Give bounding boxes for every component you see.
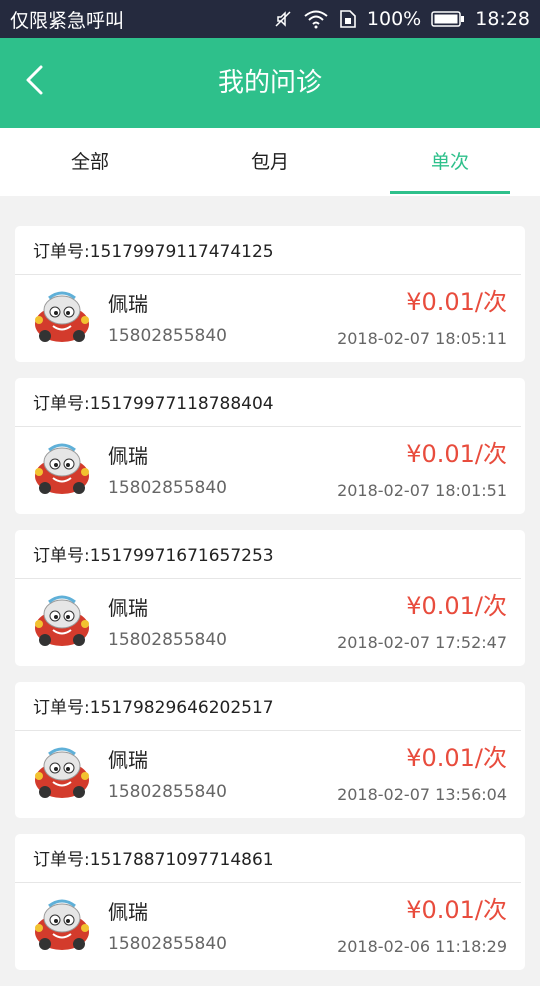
app-header: 我的问诊 (0, 38, 540, 128)
order-time: 2018-02-07 18:05:11 (337, 329, 507, 348)
doctor-avatar (31, 742, 93, 804)
doctor-phone: 15802855840 (108, 934, 227, 954)
price: ¥0.01/次 (406, 896, 507, 924)
doctor-avatar (31, 894, 93, 956)
order-time: 2018-02-07 17:52:47 (337, 633, 507, 652)
price: ¥0.01/次 (406, 744, 507, 772)
back-button[interactable] (14, 62, 54, 102)
battery-icon (431, 10, 465, 28)
doctor-name: 佩瑞 (108, 596, 148, 620)
tab-monthly[interactable]: 包月 (180, 128, 360, 196)
order-card[interactable]: 订单号:15179829646202517 佩瑞 15802855840 ¥0.… (15, 682, 525, 818)
price: ¥0.01/次 (406, 288, 507, 316)
status-icons: 100% 18:28 (273, 8, 530, 30)
doctor-phone: 15802855840 (108, 326, 227, 346)
doctor-name: 佩瑞 (108, 444, 148, 468)
doctor-name: 佩瑞 (108, 900, 148, 924)
doctor-phone: 15802855840 (108, 782, 227, 802)
order-card[interactable]: 订单号:15179971671657253 佩瑞 15802855840 ¥0.… (15, 530, 525, 666)
battery-text: 100% (366, 8, 422, 30)
sim-icon (339, 9, 357, 29)
wifi-icon (303, 9, 329, 29)
price: ¥0.01/次 (406, 592, 507, 620)
order-list: 订单号:15179979117474125 佩瑞 15802855840 ¥0.… (15, 226, 525, 986)
carrier-text: 仅限紧急呼叫 (10, 9, 125, 32)
order-time: 2018-02-06 11:18:29 (337, 937, 507, 956)
price: ¥0.01/次 (406, 440, 507, 468)
tab-all[interactable]: 全部 (0, 128, 180, 196)
doctor-name: 佩瑞 (108, 748, 148, 772)
doctor-avatar (31, 590, 93, 652)
order-card[interactable]: 订单号:15178871097714861 佩瑞 15802855840 ¥0.… (15, 834, 525, 970)
order-number: 订单号:15179977118788404 (15, 378, 521, 427)
doctor-avatar (31, 286, 93, 348)
doctor-name: 佩瑞 (108, 292, 148, 316)
order-card[interactable]: 订单号:15179977118788404 佩瑞 15802855840 ¥0.… (15, 378, 525, 514)
doctor-avatar (31, 438, 93, 500)
order-time: 2018-02-07 13:56:04 (337, 785, 507, 804)
order-card[interactable]: 订单号:15179979117474125 佩瑞 15802855840 ¥0.… (15, 226, 525, 362)
order-number: 订单号:15179971671657253 (15, 530, 521, 579)
clock-text: 18:28 (475, 8, 530, 30)
tab-single[interactable]: 单次 (360, 128, 540, 196)
order-number: 订单号:15179829646202517 (15, 682, 521, 731)
order-time: 2018-02-07 18:01:51 (337, 481, 507, 500)
chevron-left-icon (23, 64, 45, 100)
doctor-phone: 15802855840 (108, 478, 227, 498)
tab-bar: 全部 包月 单次 (0, 128, 540, 196)
order-number: 订单号:15179979117474125 (15, 226, 521, 275)
page-title: 我的问诊 (217, 68, 322, 98)
mute-icon (273, 9, 293, 29)
order-number: 订单号:15178871097714861 (15, 834, 521, 883)
doctor-phone: 15802855840 (108, 630, 227, 650)
status-bar: 仅限紧急呼叫 100% 18:28 (0, 0, 540, 38)
